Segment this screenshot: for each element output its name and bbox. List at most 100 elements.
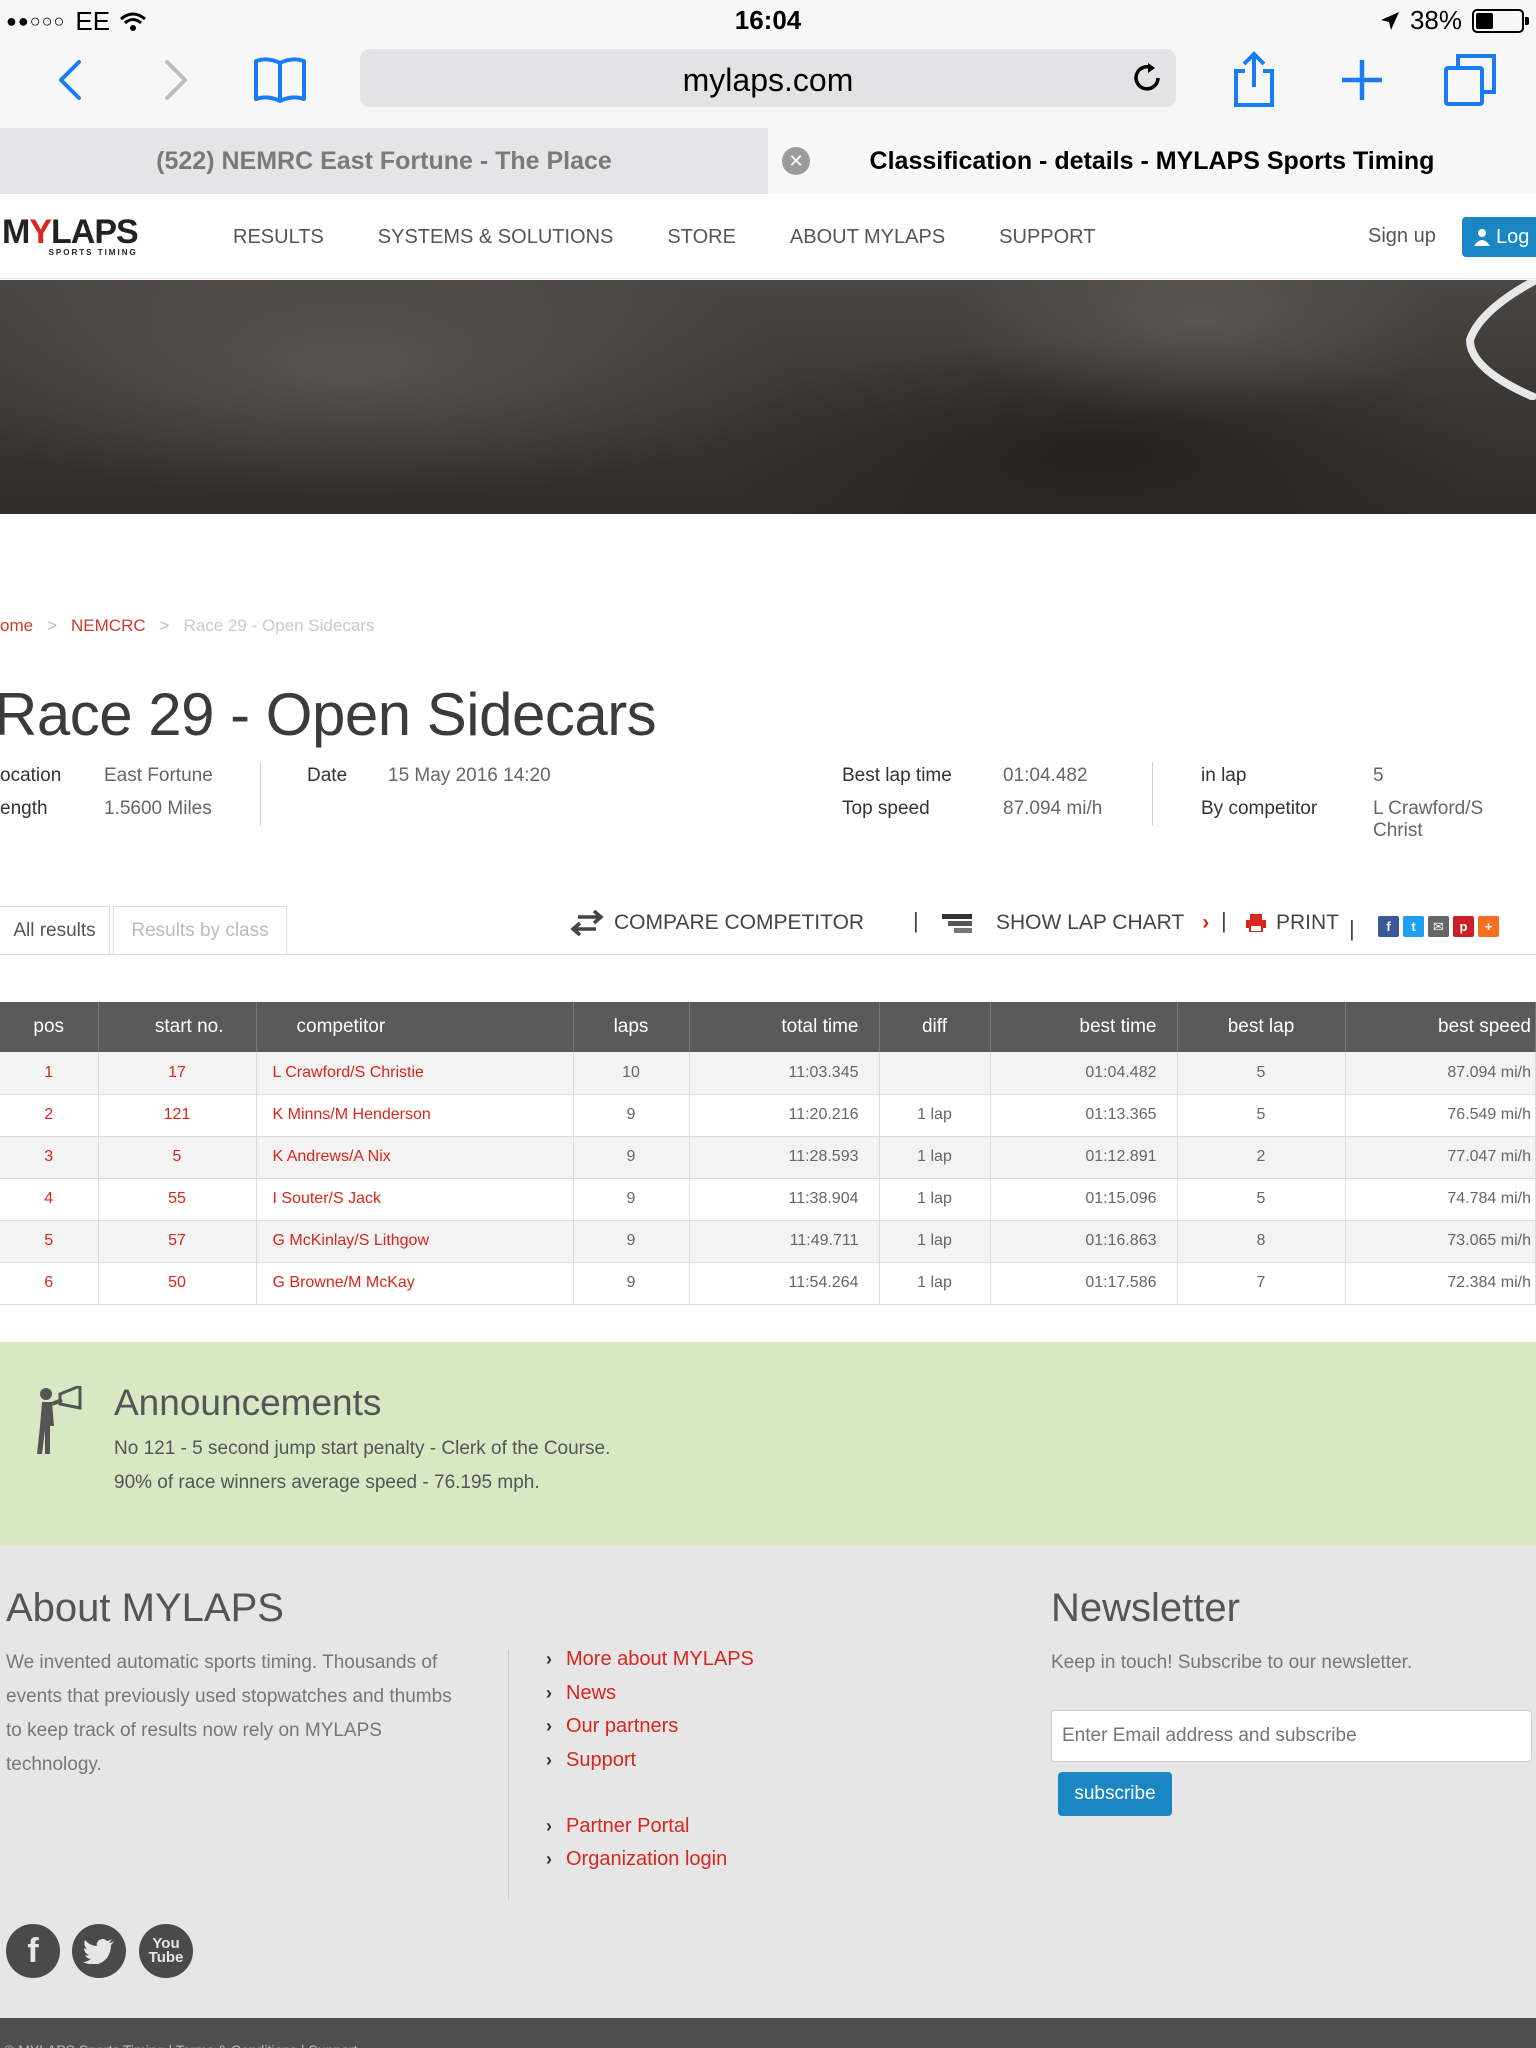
address-bar[interactable]: mylaps.com (360, 49, 1176, 107)
youtube-icon[interactable]: You Tube (139, 1924, 193, 1978)
column-header-laps[interactable]: laps (573, 1002, 690, 1052)
cell-diff: 1 lap (879, 1136, 991, 1179)
cell-competitor[interactable]: K Minns/M Henderson (256, 1094, 574, 1137)
table-row[interactable]: 5 57 G McKinlay/S Lithgow 9 11:49.711 1 … (0, 1220, 1536, 1263)
by-competitor-value: L Crawford/S Christ (1373, 798, 1484, 841)
breadcrumb-home[interactable]: ome (0, 616, 33, 636)
column-header-best-time[interactable]: best time (990, 1002, 1178, 1052)
tabs-overview-icon[interactable] (1440, 50, 1500, 110)
cell-pos: 5 (0, 1220, 99, 1263)
tab-results-by-class[interactable]: Results by class (113, 906, 287, 954)
compare-label: COMPARE COMPETITOR (614, 911, 865, 934)
cell-total-time: 11:38.904 (689, 1178, 880, 1221)
cell-pos: 1 (0, 1052, 99, 1095)
site-header: MYLAPS SPORTS TIMING RESULTS SYSTEMS & S… (0, 195, 1536, 279)
signup-link[interactable]: Sign up (1368, 225, 1436, 248)
chevron-right-icon: › (546, 1649, 552, 1669)
column-header-competitor[interactable]: competitor (256, 1002, 574, 1052)
column-header-best-speed[interactable]: best speed (1345, 1002, 1536, 1052)
nav-about-mylaps[interactable]: ABOUT MYLAPS (790, 226, 945, 249)
mylaps-logo[interactable]: MYLAPS SPORTS TIMING (2, 213, 139, 257)
facebook-icon[interactable]: f (6, 1924, 60, 1978)
table-row[interactable]: 6 50 G Browne/M McKay 9 11:54.264 1 lap … (0, 1262, 1536, 1305)
twitter-share-icon[interactable]: t (1403, 916, 1424, 937)
footer-link-more-about[interactable]: › More about MYLAPS (546, 1648, 754, 1671)
length-label: ength (0, 798, 48, 819)
cell-laps: 9 (573, 1262, 690, 1305)
close-tab-icon[interactable]: ✕ (782, 147, 810, 175)
cell-best-time: 01:12.891 (990, 1136, 1178, 1179)
share-icon[interactable] (1224, 50, 1284, 110)
cell-best-time: 01:17.586 (990, 1262, 1178, 1305)
footer-link-support[interactable]: › Support (546, 1749, 636, 1772)
cell-total-time: 11:49.711 (689, 1220, 880, 1263)
cell-competitor[interactable]: L Crawford/S Christie (256, 1052, 574, 1095)
column-header-diff[interactable]: diff (879, 1002, 991, 1052)
hero-track-image (0, 280, 1536, 514)
email-share-icon[interactable]: ✉ (1428, 916, 1449, 937)
bookmarks-icon[interactable] (250, 50, 310, 110)
cell-best-time: 01:16.863 (990, 1220, 1178, 1263)
nav-store[interactable]: STORE (667, 226, 736, 249)
footer-link-organization-login[interactable]: › Organization login (546, 1848, 727, 1871)
lap-chart-label: SHOW LAP CHART (996, 911, 1185, 934)
column-header-start-no[interactable]: start no. (98, 1002, 257, 1052)
best-lap-label: Best lap time (842, 765, 952, 786)
table-row[interactable]: 3 5 K Andrews/A Nix 9 11:28.593 1 lap 01… (0, 1136, 1536, 1179)
newsletter-email-input[interactable] (1051, 1710, 1532, 1762)
reload-icon[interactable] (1130, 61, 1164, 95)
nav-systems-solutions[interactable]: SYSTEMS & SOLUTIONS (378, 226, 614, 249)
info-divider (1152, 762, 1153, 826)
pinterest-share-icon[interactable]: p (1453, 916, 1474, 937)
cell-diff (879, 1052, 991, 1095)
battery-percent: 38% (1409, 5, 1462, 35)
new-tab-icon[interactable] (1332, 50, 1392, 110)
column-header-total-time[interactable]: total time (689, 1002, 880, 1052)
results-table: pos start no. competitor laps total time… (0, 1002, 1536, 1305)
site-footer: About MYLAPS We invented automatic sport… (0, 1546, 1536, 2018)
forward-icon[interactable] (146, 50, 206, 110)
cell-competitor[interactable]: I Souter/S Jack (256, 1178, 574, 1221)
compare-competitor-button[interactable]: COMPARE COMPETITOR (570, 908, 864, 938)
login-button[interactable]: Log (1462, 217, 1536, 257)
table-row[interactable]: 2 121 K Minns/M Henderson 9 11:20.216 1 … (0, 1094, 1536, 1137)
breadcrumb-nemcrc[interactable]: NEMCRC (71, 616, 146, 636)
printer-icon (1246, 914, 1266, 932)
cell-pos: 3 (0, 1136, 99, 1179)
tab-all-results[interactable]: All results (0, 906, 110, 954)
table-row[interactable]: 4 55 I Souter/S Jack 9 11:38.904 1 lap 0… (0, 1178, 1536, 1221)
column-header-best-lap[interactable]: best lap (1177, 1002, 1346, 1052)
tab-nemrc[interactable]: (522) NEMRC East Fortune - The Place (0, 128, 768, 194)
twitter-icon[interactable] (72, 1924, 126, 1978)
cell-competitor[interactable]: K Andrews/A Nix (256, 1136, 574, 1179)
subscribe-button[interactable]: subscribe (1058, 1772, 1172, 1816)
clock: 16:04 (734, 5, 802, 35)
chevron-right-icon: › (546, 1816, 552, 1836)
cell-competitor[interactable]: G Browne/M McKay (256, 1262, 574, 1305)
footer-link-news[interactable]: › News (546, 1682, 616, 1705)
facebook-share-icon[interactable]: f (1378, 916, 1399, 937)
nav-results[interactable]: RESULTS (233, 226, 324, 249)
nav-support[interactable]: SUPPORT (999, 226, 1095, 249)
footer-link-partner-portal[interactable]: › Partner Portal (546, 1815, 689, 1838)
footer-bottom-bar: © MYLAPS Sports Timing | Terms & Conditi… (0, 2018, 1536, 2048)
tab-classification[interactable]: ✕ Classification - details - MYLAPS Spor… (768, 128, 1536, 194)
cell-laps: 9 (573, 1094, 690, 1137)
page-title: Race 29 - Open Sidecars (0, 681, 657, 748)
footer-link-partners[interactable]: › Our partners (546, 1715, 678, 1738)
table-row[interactable]: 1 17 L Crawford/S Christie 10 11:03.345 … (0, 1052, 1536, 1095)
table-header-row: pos start no. competitor laps total time… (0, 1002, 1536, 1052)
newsletter-title: Newsletter (1051, 1586, 1240, 1630)
print-button[interactable]: PRINT (1246, 908, 1339, 938)
cell-best-speed: 87.094 mi/h (1345, 1052, 1536, 1095)
cell-competitor[interactable]: G McKinlay/S Lithgow (256, 1220, 574, 1263)
show-lap-chart-button[interactable]: SHOW LAP CHART › (942, 908, 1209, 938)
more-share-icon[interactable]: + (1478, 916, 1499, 937)
column-header-pos[interactable]: pos (0, 1002, 99, 1052)
tab-title: (522) NEMRC East Fortune - The Place (156, 146, 612, 175)
length-value: 1.5600 Miles (104, 798, 212, 819)
battery-fill (1476, 12, 1493, 29)
back-icon[interactable] (40, 50, 100, 110)
date-label: Date (307, 765, 348, 786)
share-buttons: f t ✉ p + (1378, 916, 1499, 937)
